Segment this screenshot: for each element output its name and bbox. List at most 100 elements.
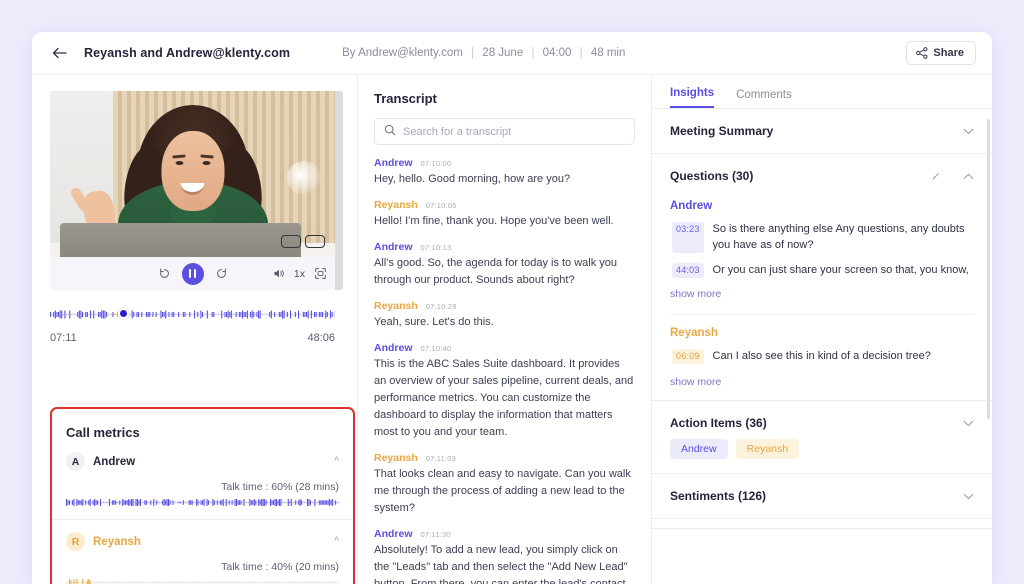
transcript-text: That looks clean and easy to navigate. C… bbox=[374, 468, 631, 514]
transcript-entry[interactable]: Reyansh 07:10:28 Yeah, sure. Let's do this… bbox=[374, 300, 635, 331]
chevron-up-icon[interactable] bbox=[963, 173, 974, 180]
transcript-title: Transcript bbox=[374, 91, 437, 106]
transcript-speaker: Reyansh bbox=[374, 199, 418, 211]
question-timestamp[interactable]: 44:03 bbox=[672, 263, 704, 278]
laptop-prop bbox=[60, 223, 301, 257]
section-header[interactable]: Sentiments (126) bbox=[670, 474, 974, 518]
transcript-entry[interactable]: Andrew 07:10:00 Hey, hello. Good morning, … bbox=[374, 157, 635, 188]
section-actions bbox=[963, 420, 974, 427]
expand-icon[interactable] bbox=[930, 171, 941, 182]
transcript-timestamp: 07:10:05 bbox=[425, 201, 457, 210]
player-controls: 1x bbox=[50, 257, 335, 290]
player-transport bbox=[158, 262, 228, 285]
share-label: Share bbox=[933, 47, 964, 59]
question-timestamp[interactable]: 03:23 bbox=[672, 222, 704, 253]
transcript-entry[interactable]: Andrew 07:10:40 This is the ABC Sales Suit… bbox=[374, 342, 635, 441]
participant-eye bbox=[202, 161, 210, 165]
chip-reyansh[interactable]: Reyansh bbox=[735, 439, 800, 459]
avatar: A bbox=[66, 452, 85, 471]
section-header[interactable]: Questions (30) bbox=[670, 154, 974, 198]
transcript-entry-head: Andrew 07:10:40 bbox=[374, 342, 635, 354]
playback-scrubber[interactable] bbox=[50, 308, 335, 321]
question-speaker: Reyansh bbox=[670, 327, 718, 339]
chevron-up-icon[interactable]: ^ bbox=[334, 456, 339, 467]
section-actions bbox=[963, 493, 974, 500]
questions-show-more[interactable]: show more bbox=[670, 376, 974, 388]
video-thumbnail[interactable] bbox=[50, 91, 335, 257]
transcript-speaker: Reyansh bbox=[374, 452, 418, 464]
transcript-timestamp: 07:10:13 bbox=[420, 243, 452, 252]
transcript-entry-head: Andrew 07:10:00 bbox=[374, 157, 635, 169]
arrow-left-icon[interactable] bbox=[50, 44, 68, 62]
transcript-entry-head: Reyansh 07:10:05 bbox=[374, 199, 635, 211]
question-group: Andrew 03:23 So is there anything else Any… bbox=[670, 200, 974, 314]
transcript-entry[interactable]: Reyansh 07:10:05 Hello! I'm fine, thank yo… bbox=[374, 199, 635, 230]
meta-separator: | bbox=[531, 47, 535, 59]
chip-andrew[interactable]: Andrew bbox=[670, 439, 728, 459]
transcript-entry-head: Reyansh 07:10:28 bbox=[374, 300, 635, 312]
tab-insights[interactable]: Insights bbox=[670, 87, 715, 108]
chevron-down-icon[interactable] bbox=[963, 493, 974, 500]
volume-icon[interactable] bbox=[272, 267, 285, 280]
top-bar: Reyansh and Andrew@klenty.com By Andrew@… bbox=[32, 32, 992, 75]
playback-speed-button[interactable]: 1x bbox=[294, 268, 305, 280]
meta-duration: 48 min bbox=[590, 47, 626, 59]
speaker-waveform bbox=[66, 499, 339, 506]
question-item[interactable]: 44:03 Or you can just share your screen s… bbox=[670, 262, 974, 278]
transcript-entry[interactable]: Andrew 07:10:13 All's good. So, the agenda… bbox=[374, 241, 635, 289]
section-title: Meeting Summary bbox=[670, 124, 774, 138]
scrubber-waveform[interactable] bbox=[50, 308, 335, 321]
player-secondary-controls: 1x bbox=[272, 267, 327, 280]
insights-scrollbar[interactable] bbox=[987, 119, 990, 419]
forward-10-icon[interactable] bbox=[215, 267, 228, 280]
speaker-row: A Andrew ^ bbox=[66, 452, 339, 471]
background-lamp bbox=[287, 161, 321, 195]
transcript-entry[interactable]: Reyansh 07:11:03 That looks clean and easy… bbox=[374, 452, 635, 517]
tab-comments[interactable]: Comments bbox=[736, 89, 792, 108]
total-time: 48:06 bbox=[307, 332, 335, 344]
speaker-name: Andrew bbox=[93, 455, 136, 468]
call-metrics-card: Call metrics A Andrew ^ Talk time : 60% … bbox=[50, 407, 355, 584]
group-show-more[interactable]: show more bbox=[670, 288, 974, 300]
section-title: Sentiments (126) bbox=[670, 489, 767, 503]
share-button[interactable]: Share bbox=[906, 41, 976, 65]
question-item[interactable]: 03:23 So is there anything else Any quest… bbox=[670, 221, 974, 253]
section-actions bbox=[930, 171, 974, 182]
chevron-down-icon[interactable] bbox=[963, 128, 974, 135]
chevron-down-icon[interactable] bbox=[963, 420, 974, 427]
question-speaker: Andrew bbox=[670, 200, 713, 212]
participant-brow bbox=[171, 154, 186, 159]
transcript-timestamp: 07:10:00 bbox=[420, 159, 452, 168]
question-item[interactable]: 06:09 Can I also see this in kind of a de… bbox=[670, 348, 974, 364]
transcript-entry[interactable]: Andrew 07:11:30 Absolutely! To add a new l… bbox=[374, 528, 635, 584]
chevron-up-icon[interactable]: ^ bbox=[334, 536, 339, 547]
pause-icon[interactable] bbox=[181, 262, 204, 285]
fullscreen-icon[interactable] bbox=[314, 267, 327, 280]
section-meeting-summary[interactable]: Meeting Summary bbox=[652, 109, 992, 154]
section-header[interactable]: Meeting Summary bbox=[670, 109, 974, 153]
speaker-waveform bbox=[66, 579, 339, 584]
eyeglasses-prop bbox=[281, 235, 325, 248]
transcript-speaker: Andrew bbox=[374, 528, 413, 540]
transcript-entry-head: Andrew 07:10:13 bbox=[374, 241, 635, 253]
transcript-search[interactable] bbox=[374, 118, 635, 145]
main-body: 1x 07:11 48:06 Call metrics A Andrew ^ T… bbox=[32, 75, 992, 584]
talk-time-label: Talk time : 40% (20 mins) bbox=[221, 561, 339, 573]
transcript-timestamp: 07:11:03 bbox=[425, 454, 457, 463]
video-player[interactable]: 1x bbox=[50, 91, 343, 290]
transcript-text: This is the ABC Sales Suite dashboard. I… bbox=[374, 358, 634, 438]
speaker-row: R Reyansh ^ bbox=[66, 532, 339, 551]
section-partial-next bbox=[652, 519, 992, 529]
search-input[interactable] bbox=[403, 125, 625, 138]
transcript-speaker: Andrew bbox=[374, 241, 413, 253]
rewind-10-icon[interactable] bbox=[158, 267, 171, 280]
transcript-list: Andrew 07:10:00 Hey, hello. Good morning, … bbox=[374, 157, 635, 584]
call-review-app: Reyansh and Andrew@klenty.com By Andrew@… bbox=[32, 32, 992, 584]
question-timestamp[interactable]: 06:09 bbox=[672, 349, 704, 364]
question-group: Reyansh 06:09 Can I also see this in kind … bbox=[670, 314, 974, 366]
transcript-entry-head: Reyansh 07:11:03 bbox=[374, 452, 635, 464]
transcript-timestamp: 07:10:28 bbox=[425, 302, 457, 311]
avatar: R bbox=[66, 532, 85, 551]
transcript-text: Yeah, sure. Let's do this. bbox=[374, 316, 494, 328]
scrubber-handle[interactable] bbox=[118, 308, 129, 319]
